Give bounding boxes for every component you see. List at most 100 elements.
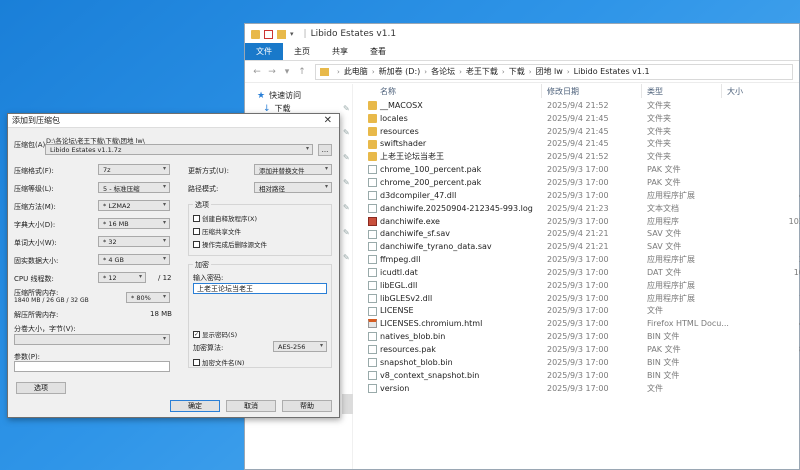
options-button[interactable]: 选项 [16,382,66,394]
file-row[interactable]: libEGL.dll2025/9/3 17:00应用程序扩展139 KB [365,279,785,292]
new-folder-icon[interactable] [277,29,286,39]
breadcrumb-item[interactable]: 下载 [509,66,525,77]
password-input[interactable]: 上老王论坛当老王 [193,283,327,294]
file-row[interactable]: danchiwife.exe 2025/9/3 17:00 应用程序 102,249 … [365,215,800,228]
format-select[interactable]: 7z ▾ [98,164,170,175]
breadcrumb-item[interactable]: 新加卷 (D:) [379,66,421,77]
file-row[interactable]: v8_context_snapshot.bin 2025/9/3 17:00 BIN… [365,369,785,382]
tab-file[interactable]: 文件 [245,43,283,60]
file-row[interactable]: locales 2025/9/4 21:45 文件夹 [365,112,785,125]
file-type: DAT 文件 [647,267,682,277]
ok-button[interactable]: 确定 [170,400,220,412]
level-select[interactable]: 5 - 标准压缩 ▾ [98,182,170,193]
file-row[interactable]: ffmpeg.dll 2025/9/3 17:00 应用程序扩展 2,079 KB [365,253,800,266]
file-row[interactable]: resources.pak 2025/9/3 17:00 PAK 文件 8,455 K… [365,343,800,356]
back-arrow-icon[interactable]: ← [251,67,263,77]
pin-icon[interactable]: ✎ [343,253,350,262]
delete-checkbox-row[interactable]: 操作完成后删除源文件 [193,239,267,249]
file-row[interactable]: __MACOSX 2025/9/4 21:52 文件夹 [365,99,785,112]
encryption-method-select[interactable]: AES-256 ▾ [273,341,327,352]
file-row[interactable]: LICENSES.chromium.html 2025/9/3 17:00 Fire… [365,317,800,330]
file-row[interactable]: chrome_200_percent.pak 2025/9/3 17:00 PAK … [365,176,785,189]
chevron-down-icon[interactable]: ▾ [281,67,293,77]
file-date: 2025/9/4 21:21 [547,229,609,239]
column-divider[interactable] [541,84,542,98]
file-row[interactable]: snapshot_blob.bin2025/9/3 17:00BIN 文件274… [365,356,785,369]
scrollbar-thumb[interactable] [342,394,353,414]
cancel-button[interactable]: 取消 [226,400,276,412]
help-button[interactable]: 帮助 [282,400,332,412]
nav-item-quick-access[interactable]: ★ 快速访问 [257,90,301,101]
breadcrumb-item[interactable]: Libido Estates v1.1 [574,67,650,76]
tab-share[interactable]: 共享 [321,43,359,60]
breadcrumb-item[interactable]: 团地 lw [536,66,563,77]
chevron-down-icon: ▾ [162,219,166,226]
pin-icon[interactable]: ✎ [343,104,350,113]
forward-arrow-icon[interactable]: → [266,67,278,77]
file-row[interactable]: chrome_100_percent.pak 2025/9/3 17:00 PAK … [365,163,785,176]
close-icon[interactable]: ✕ [324,115,332,126]
file-row[interactable]: danchiwife_sf.sav2025/9/4 21:21SAV 文件1 K… [365,228,785,241]
dictionary-select[interactable]: * 16 MB ▾ [98,218,170,229]
tab-home[interactable]: 主页 [283,43,321,60]
column-header-name[interactable]: 名称 [380,86,396,97]
checkbox[interactable] [193,227,200,235]
memory-detail: 1840 MB / 26 GB / 32 GB [14,297,89,304]
file-row[interactable]: LICENSE2025/9/3 17:00文件4 KB [365,305,785,318]
file-name: libGLESv2.dll [380,293,433,303]
file-row[interactable]: icudtl.dat 2025/9/3 17:00 DAT 文件 10,183 KB [365,266,800,279]
pin-icon[interactable]: ✎ [343,203,350,212]
file-row[interactable]: 上老王论坛当老王 2025/9/4 21:52 文件夹 [365,150,785,163]
show-password-row[interactable]: ✓ 显示密码(S) [193,329,237,339]
archive-name-combobox[interactable]: Libido Estates v1.1.7z ▾ [45,144,313,155]
file-row[interactable]: danchiwife_tyrano_data.sav 2025/9/4 21:21… [365,240,785,253]
encrypt-names-row[interactable]: 加密文件名(N) [193,357,244,367]
breadcrumb-item[interactable]: 此电脑 [344,66,368,77]
folder-icon[interactable] [251,29,260,39]
file-row[interactable]: natives_blob.bin2025/9/3 17:00BIN 文件81 K… [365,330,785,343]
file-type: SAV 文件 [647,229,682,239]
pin-icon[interactable]: ✎ [343,153,350,162]
file-row[interactable]: swiftshader 2025/9/4 21:45 文件夹 [365,138,785,151]
file-row[interactable]: libGLESv2.dll 2025/9/3 17:00 应用程序扩展 7,550 K… [365,292,800,305]
path-mode-select[interactable]: 相对路径 ▾ [254,182,332,193]
shared-checkbox-row[interactable]: 压缩共享文件 [193,226,241,236]
browse-button[interactable]: ... [318,144,332,156]
checkbox-checked[interactable]: ✓ [193,330,200,338]
pin-icon[interactable]: ✎ [343,128,350,137]
update-mode-select[interactable]: 添加并替换文件 ▾ [254,164,332,175]
tab-view[interactable]: 查看 [359,43,397,60]
pin-icon[interactable]: ✎ [343,228,350,237]
parameters-input[interactable] [14,361,170,372]
address-bar[interactable]: › 此电脑 › 新加卷 (D:) › 各论坛 › 老王下载 › 下载 › 团地 … [315,63,793,80]
file-row[interactable]: d3dcompiler_47.dll 2025/9/3 17:00 应用程序扩展 4,… [365,189,800,202]
column-divider[interactable] [641,84,642,98]
column-header-size[interactable]: 大小 [727,86,743,97]
column-header-type[interactable]: 类型 [647,86,663,97]
pin-icon[interactable]: ✎ [343,178,350,187]
checkbox[interactable] [193,214,200,222]
checkbox[interactable] [193,240,200,248]
memory-percent-select[interactable]: * 80% ▾ [126,292,170,303]
file-type: 文件 [647,306,663,316]
cpu-threads-select[interactable]: * 12 ▾ [98,272,146,283]
column-divider[interactable] [721,84,722,98]
file-date: 2025/9/3 17:00 [547,267,609,277]
chevron-down-icon[interactable]: ▾ [290,30,294,38]
solid-block-select[interactable]: * 4 GB ▾ [98,254,170,265]
up-arrow-icon[interactable]: ↑ [296,67,308,77]
properties-icon[interactable] [264,29,273,39]
file-row[interactable]: danchiwife.20250904-212345-993.log 2025/9… [365,202,785,215]
sfx-checkbox-row[interactable]: 创建自释放程序(X) [193,213,257,223]
method-select[interactable]: * LZMA2 ▾ [98,200,170,211]
split-volume-combobox[interactable]: ▾ [14,334,170,345]
word-size-select[interactable]: * 32 ▾ [98,236,170,247]
breadcrumb-item[interactable]: 老王下载 [466,66,498,77]
checkbox[interactable] [193,358,200,366]
file-type: 文件夹 [647,126,671,136]
breadcrumb-item[interactable]: 各论坛 [431,66,455,77]
file-row[interactable]: resources 2025/9/4 21:45 文件夹 [365,125,785,138]
file-row[interactable]: version2025/9/3 17:00文件1 KB [365,382,785,395]
file-size: 2 KB [775,242,800,251]
column-header-date[interactable]: 修改日期 [547,86,579,97]
